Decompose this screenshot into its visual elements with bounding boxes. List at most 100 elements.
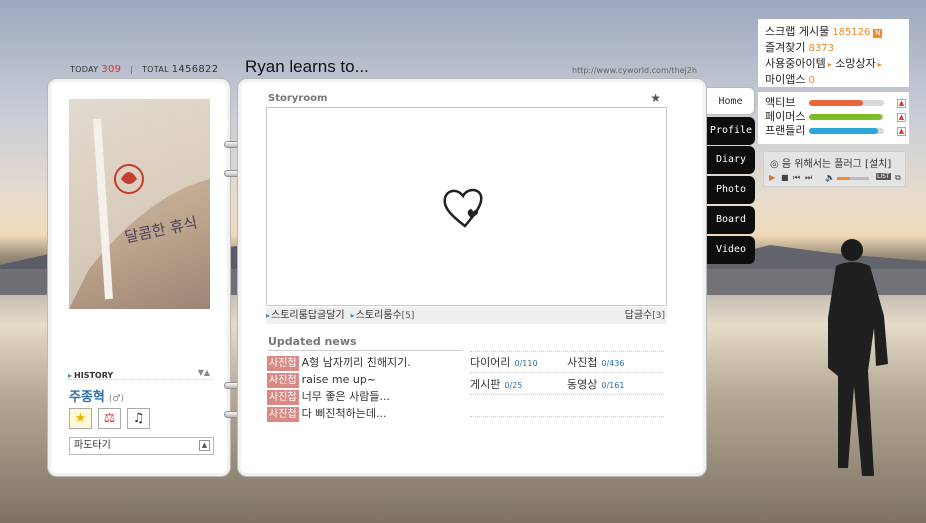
board-stat[interactable]: 게시판 0/25 xyxy=(470,376,567,392)
scrap-row[interactable]: 스크랩 게시물 185126 N xyxy=(765,24,909,40)
profile-panel: 달콤한 휴식 HISTORY ▼▲ 주종혁(♂) ★ ⚖ ♫ 파도타기 ▲ xyxy=(47,78,231,477)
total-count: 1456822 xyxy=(171,64,219,75)
owner-gender: (♂) xyxy=(108,394,124,404)
news-item[interactable]: 사진첩 raise me up~ xyxy=(267,372,457,389)
tab-home[interactable]: Home xyxy=(707,87,755,115)
playlist-button[interactable]: LIST xyxy=(876,173,891,180)
page-title: Ryan learns to... xyxy=(245,57,369,76)
diary-stat[interactable]: 다이어리 0/110 xyxy=(470,354,567,370)
news-tag: 사진첩 xyxy=(267,407,299,422)
photo-stat[interactable]: 사진첩 0/436 xyxy=(567,354,664,370)
favorites-row[interactable]: 즐겨찾기 8373 xyxy=(765,40,909,56)
mood-icons: ★ ⚖ ♫ xyxy=(69,408,150,429)
arrow-right-icon: ▸ xyxy=(877,60,882,69)
music-note-icon[interactable]: ♫ xyxy=(127,408,150,429)
history-toggle-icon[interactable]: ▼▲ xyxy=(198,368,210,377)
walking-person-silhouette xyxy=(828,239,888,476)
scale-icon[interactable]: ⚖ xyxy=(98,408,121,429)
tab-diary[interactable]: Diary xyxy=(707,146,755,174)
stop-icon[interactable]: ■ xyxy=(781,173,789,182)
activity-label: 페이머스 xyxy=(765,110,806,123)
activity-label: 액티브 xyxy=(765,96,796,109)
items-row: 사용중아이템 ▸ 소망상자 ▸ xyxy=(765,56,909,72)
news-text: 너무 좋은 사람들... xyxy=(301,390,390,403)
total-label: TOTAL xyxy=(141,65,169,74)
sidebar-stats: 스크랩 게시물 185126 N 즐겨찾기 8373 사용중아이템 ▸ 소망상자 ▸ 마이… xyxy=(758,19,909,87)
news-item[interactable]: 사진첩 A형 남자끼리 친해지기. xyxy=(267,355,457,372)
news-tag: 사진첩 xyxy=(267,390,299,405)
items-in-use-link[interactable]: 사용중아이템 xyxy=(765,57,826,70)
volume-slider[interactable] xyxy=(837,177,869,180)
storyroom-box[interactable] xyxy=(266,107,667,306)
history-header[interactable]: HISTORY ▼▲ xyxy=(68,368,212,380)
arrow-up-icon[interactable]: ▲ xyxy=(897,127,906,136)
volume-level xyxy=(837,177,850,180)
activity-bar-fill xyxy=(809,128,878,134)
tab-profile[interactable]: Profile xyxy=(707,117,755,145)
volume-icon[interactable]: 🔈 xyxy=(825,173,835,182)
board-label: 게시판 xyxy=(470,377,501,391)
arrow-up-icon[interactable]: ▲ xyxy=(897,99,906,108)
updated-news-list: 사진첩 A형 남자끼리 친해지기. 사진첩 raise me up~ 사진첩 너무 좋… xyxy=(267,355,457,423)
star-icon[interactable]: ★ xyxy=(650,91,661,105)
arrow-right-icon: ▸ xyxy=(827,60,832,69)
news-item[interactable]: 사진첩 다 삐진척하는데... xyxy=(267,406,457,423)
play-icon[interactable]: ▶ xyxy=(769,173,775,182)
stat-row xyxy=(470,395,664,417)
next-icon[interactable]: ⏭ xyxy=(805,173,812,183)
activity-label: 프랜들리 xyxy=(765,124,806,137)
video-label: 동영상 xyxy=(567,377,598,391)
myapps-row[interactable]: 마이앱스 0 xyxy=(765,72,909,88)
profile-photo[interactable]: 달콤한 휴식 xyxy=(69,99,210,309)
previous-icon[interactable]: ⏮ xyxy=(793,173,800,183)
heart-icon xyxy=(443,188,483,228)
player-notice[interactable]: ◎ 음 위해서는 플러그 [설치] xyxy=(770,155,891,170)
video-count: 0/161 xyxy=(601,380,625,390)
today-label: TODAY xyxy=(70,65,99,74)
reply-count-value: [3] xyxy=(652,311,665,321)
owner-name[interactable]: 주종혁 (♂) xyxy=(69,386,124,405)
player-controls: ▶ ■ ⏮ ⏭ 🔈 LIST ⧉ xyxy=(768,173,903,184)
favorites-label: 즐겨찾기 xyxy=(765,41,806,54)
wish-box-link[interactable]: 소망상자 xyxy=(835,57,875,70)
diary-label: 다이어리 xyxy=(470,356,511,369)
activity-bars: 액티브 ▲ 페이머스 ▲ 프랜들리 ▲ xyxy=(758,92,909,144)
activity-bar-fill xyxy=(809,100,863,106)
rss-icon[interactable]: N xyxy=(873,29,883,38)
star-icon[interactable]: ★ xyxy=(69,408,92,429)
activity-row: 페이머스 ▲ xyxy=(765,110,909,124)
myapps-label: 마이앱스 xyxy=(765,73,806,86)
tab-photo[interactable]: Photo xyxy=(707,176,755,204)
stat-row: 게시판 0/25 동영상 0/161 xyxy=(470,373,664,395)
surf-select[interactable]: 파도타기 ▲ xyxy=(69,437,214,455)
news-tag: 사진첩 xyxy=(267,373,299,388)
storyroom-bar: 스토리룸답글달기 스토리룸수[5] 답글수[3] xyxy=(266,307,667,324)
owner-name-text: 주종혁 xyxy=(69,390,105,405)
tab-board[interactable]: Board xyxy=(707,206,755,234)
visitor-counter: TODAY 309 | TOTAL 1456822 xyxy=(70,64,219,75)
news-text: raise me up~ xyxy=(301,373,377,386)
music-player: ◎ 음 위해서는 플러그 [설치] ▶ ■ ⏮ ⏭ 🔈 LIST ⧉ xyxy=(763,151,906,187)
chevron-up-icon[interactable]: ▲ xyxy=(199,440,210,451)
history-label: HISTORY xyxy=(68,371,113,380)
reply-count-label: 답글수 xyxy=(624,310,653,321)
news-item[interactable]: 사진첩 너무 좋은 사람들... xyxy=(267,389,457,406)
storyroom-count-link[interactable]: 스토리룸수[5] xyxy=(351,310,415,321)
home-url-link[interactable]: http://www.cyworld.com/thej2h xyxy=(572,66,697,75)
updated-news-title: Updated news xyxy=(268,335,463,351)
video-stat[interactable]: 동영상 0/161 xyxy=(567,376,664,392)
photo-label: 사진첩 xyxy=(567,356,598,369)
news-text: A형 남자끼리 친해지기. xyxy=(301,356,411,369)
main-panel: Storyroom ★ 스토리룸답글달기 스토리룸수[5] 답글수[3] Upda… xyxy=(237,78,707,477)
storyroom-reply-link[interactable]: 스토리룸답글달기 xyxy=(266,310,345,321)
news-tag: 사진첩 xyxy=(267,356,299,371)
tab-video[interactable]: Video xyxy=(707,236,755,264)
diary-count: 0/110 xyxy=(514,359,538,368)
arrow-up-icon[interactable]: ▲ xyxy=(897,113,906,122)
photo-count: 0/436 xyxy=(601,359,625,368)
expand-icon[interactable]: ⧉ xyxy=(895,173,901,183)
reply-count: 답글수[3] xyxy=(625,307,665,325)
menu-stats: 다이어리 0/110 사진첩 0/436 게시판 0/25 동영상 0/161 xyxy=(470,351,664,417)
myapps-count: 0 xyxy=(808,75,815,86)
stat-row: 다이어리 0/110 사진첩 0/436 xyxy=(470,351,664,373)
